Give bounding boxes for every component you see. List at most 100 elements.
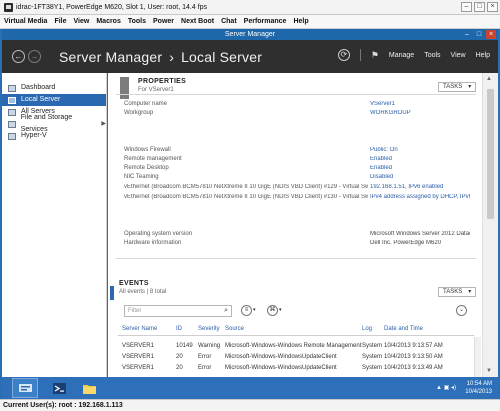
menu-tools[interactable]: Tools <box>128 18 146 25</box>
sidebar-item-dashboard[interactable]: Dashboard <box>2 82 106 94</box>
header-menu-tools[interactable]: Tools <box>424 52 440 59</box>
cell-server: VSERVER1 <box>122 343 154 349</box>
server-manager-header: ← → Server Manager › Local Server ⟳ ⚑ Mana… <box>2 40 498 73</box>
prop-value-remote-desktop[interactable]: Enabled <box>370 165 470 171</box>
main-scrollbar[interactable]: ▲ ▼ <box>482 73 498 377</box>
expand-section-icon[interactable]: ⌄ <box>456 305 467 316</box>
main-content <box>108 73 482 377</box>
cell-server: VSERVER1 <box>122 354 154 360</box>
divider <box>118 335 474 336</box>
col-server-name[interactable]: Server Name <box>122 326 157 332</box>
header-menu-manage[interactable]: Manage <box>389 52 414 59</box>
col-date-time[interactable]: Date and Time <box>384 326 423 332</box>
menu-file[interactable]: File <box>54 18 66 25</box>
close-button[interactable]: × <box>487 2 498 12</box>
properties-tasks-button[interactable]: TASKS ▾ <box>438 82 477 92</box>
sidebar-item-local-server[interactable]: Local Server <box>2 94 106 106</box>
prop-value-vethernet-129[interactable]: 192.168.1.51, IPv6 enabled <box>370 184 470 190</box>
cell-id: 20 <box>176 365 183 371</box>
server-manager-icon <box>19 384 32 392</box>
cell-id: 10149 <box>176 343 193 349</box>
prop-label-computer-name: Computer name <box>124 101 168 107</box>
clock-time: 10:54 AM <box>466 381 492 387</box>
menu-next-boot[interactable]: Next Boot <box>181 18 214 25</box>
sm-minimize-button[interactable]: – <box>462 30 472 39</box>
menu-chat[interactable]: Chat <box>221 18 237 25</box>
cell-severity: Error <box>198 354 212 360</box>
maximize-button[interactable]: □ <box>474 2 485 12</box>
viewer-title-bar: idrac-1FT38Y1, PowerEdge M620, Slot 1, U… <box>0 0 500 15</box>
menu-virtual-media[interactable]: Virtual Media <box>4 18 47 25</box>
prop-label-workgroup: Workgroup <box>124 110 154 116</box>
back-arrow-icon[interactable]: ← <box>12 50 25 63</box>
folder-icon <box>83 385 96 394</box>
menu-performance[interactable]: Performance <box>244 18 287 25</box>
prop-value-computer-name[interactable]: VServer1 <box>370 101 470 107</box>
chevron-down-icon: ▾ <box>468 84 472 90</box>
menu-macros[interactable]: Macros <box>96 18 121 25</box>
query-options-icon[interactable]: ⌘ <box>267 305 278 316</box>
menu-view[interactable]: View <box>74 18 90 25</box>
chevron-right-icon[interactable]: ▶ <box>101 118 106 130</box>
sm-maximize-button[interactable]: □ <box>474 30 484 39</box>
menu-help[interactable]: Help <box>293 18 308 25</box>
col-log[interactable]: Log <box>362 326 372 332</box>
sm-close-button[interactable]: × <box>486 30 496 39</box>
sidebar-item-file-storage[interactable]: File and Storage Services ▶ <box>2 114 106 133</box>
col-id[interactable]: ID <box>176 326 182 332</box>
search-icon[interactable]: ⌕ <box>224 306 228 316</box>
notifications-flag-icon[interactable]: ⚑ <box>371 50 379 61</box>
server-icon <box>8 96 16 104</box>
prop-label-vethernet-129: vEthernet (Broadcom BCM57810 NetXtreme I… <box>124 184 368 190</box>
prop-value-nic-teaming[interactable]: Disabled <box>370 174 470 180</box>
tray-icons[interactable]: ▲ ▣ ◂) <box>436 384 456 391</box>
prop-label-firewall: Windows Firewall <box>124 147 171 153</box>
viewer-title: idrac-1FT38Y1, PowerEdge M620, Slot 1, U… <box>16 3 208 11</box>
events-filter-input[interactable]: Filter ⌕ <box>124 305 232 317</box>
prop-value-vethernet-130[interactable]: IPv4 address assigned by DHCP, IPv6 enab… <box>370 194 470 200</box>
sidebar-item-label: Local Server <box>21 96 61 103</box>
cell-log: System <box>362 343 383 349</box>
list-options-icon[interactable]: ≡ <box>241 305 252 316</box>
filter-placeholder: Filter <box>128 308 142 314</box>
prop-label-os-version: Operating system version <box>124 231 193 237</box>
scroll-down-icon[interactable]: ▼ <box>486 368 492 374</box>
prop-value-workgroup[interactable]: WORKGROUP <box>370 110 470 116</box>
scrollbar-thumb[interactable] <box>487 89 494 219</box>
taskbar-explorer-button[interactable] <box>76 378 102 398</box>
prop-value-firewall[interactable]: Public: On <box>370 147 470 153</box>
header-menu-view[interactable]: View <box>451 52 466 59</box>
taskbar-server-manager-button[interactable] <box>12 378 38 398</box>
prop-value-remote-management[interactable]: Enabled <box>370 156 470 162</box>
taskbar-powershell-button[interactable] <box>46 378 72 398</box>
chevron-down-icon[interactable]: ▾ <box>279 307 282 313</box>
header-menu-help[interactable]: Help <box>476 52 490 59</box>
cell-log: System <box>362 354 383 360</box>
col-severity[interactable]: Severity <box>198 326 220 332</box>
separator <box>359 49 361 61</box>
refresh-icon[interactable]: ⟳ <box>337 49 350 61</box>
viewer-status-bar: Current User(s): root : 192.168.1.113 <box>0 399 500 411</box>
prop-value-os-version: Microsoft Windows Server 2012 Datacenter <box>370 231 470 237</box>
divider <box>116 94 476 95</box>
breadcrumb: Server Manager › Local Server <box>59 49 262 65</box>
menu-power[interactable]: Power <box>153 18 174 25</box>
breadcrumb-root[interactable]: Server Manager <box>59 49 162 65</box>
events-marker-icon <box>110 286 114 300</box>
events-tasks-button[interactable]: TASKS ▾ <box>438 287 477 297</box>
taskbar-clock[interactable]: 10:54 AM 10/4/2013 <box>465 380 492 396</box>
prop-label-remote-management: Remote management <box>124 156 182 162</box>
col-source[interactable]: Source <box>225 326 244 332</box>
minimize-button[interactable]: – <box>461 2 472 12</box>
events-scrollbar[interactable] <box>474 337 481 377</box>
scroll-up-icon[interactable]: ▲ <box>486 76 492 82</box>
sidebar-item-label: Dashboard <box>21 84 56 91</box>
prop-label-hardware: Hardware information <box>124 240 182 246</box>
cell-severity: Warning <box>198 343 221 349</box>
cell-severity: Error <box>198 365 212 371</box>
chevron-down-icon[interactable]: ▾ <box>253 307 256 313</box>
hyper-v-icon <box>8 132 16 140</box>
prop-label-remote-desktop: Remote Desktop <box>124 165 169 171</box>
forward-arrow-icon[interactable]: → <box>28 50 41 63</box>
divider <box>116 258 476 259</box>
